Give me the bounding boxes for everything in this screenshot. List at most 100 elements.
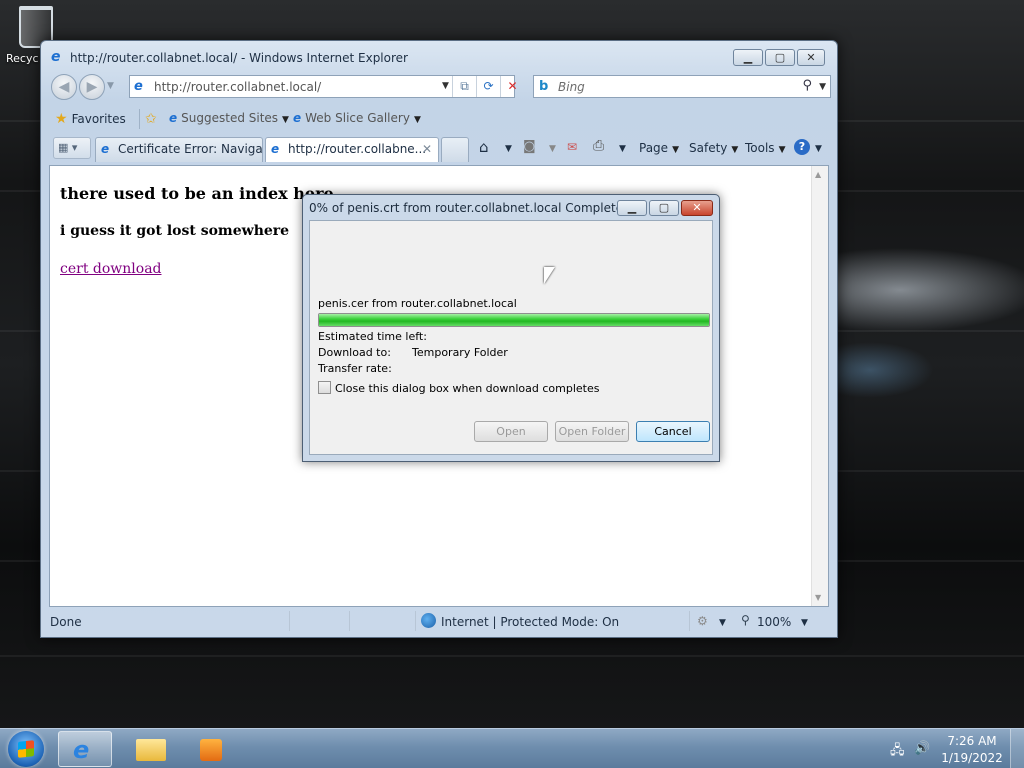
address-input[interactable]: http://router.collabnet.local/ — [154, 80, 321, 94]
tools-menu[interactable]: Tools ▼ — [745, 141, 785, 155]
taskbar-internet-explorer[interactable]: e — [58, 731, 112, 767]
zoom-level[interactable]: 100% — [757, 615, 791, 629]
cancel-button[interactable]: Cancel — [636, 421, 710, 442]
internet-globe-icon — [421, 613, 436, 628]
status-divider — [689, 611, 690, 631]
vertical-scrollbar[interactable]: ▲ ▼ — [811, 166, 828, 606]
tools-menu-label: Tools — [745, 141, 775, 155]
close-when-complete-checkbox[interactable] — [318, 381, 331, 394]
refresh-button[interactable]: ⟳ — [476, 76, 500, 97]
taskbar-media-player[interactable] — [184, 731, 238, 767]
clock-time[interactable]: 7:26 AM — [946, 734, 998, 748]
suggested-sites-label: Suggested Sites — [181, 111, 279, 125]
suggested-sites-link[interactable]: e Suggested Sites ▼ — [169, 111, 289, 125]
open-folder-button[interactable]: Open Folder — [555, 421, 629, 442]
web-slice-gallery-label: Web Slice Gallery — [305, 111, 410, 125]
status-bar: Done Internet | Protected Mode: On ⚙ ▼ ⚲… — [49, 609, 829, 635]
zoom-dropdown[interactable]: ▼ — [801, 618, 808, 628]
status-text: Done — [50, 615, 82, 629]
search-box[interactable]: b Bing ⚲ ▼ — [533, 75, 831, 98]
favorites-bar: ★ Favorites ✩ e Suggested Sites ▼ e Web Slic… — [49, 105, 829, 133]
address-bar[interactable]: e http://router.collabnet.local/ ▼ ⧉ ⟳ ✕ — [129, 75, 518, 98]
windows-logo-icon — [18, 740, 34, 758]
open-button[interactable]: Open — [474, 421, 548, 442]
star-icon: ★ — [55, 111, 68, 127]
safety-menu[interactable]: Safety ▼ — [689, 141, 738, 155]
dialog-minimize-button[interactable]: ▁ — [617, 200, 647, 216]
page-heading: there used to be an index here — [60, 184, 334, 203]
close-tab-icon[interactable]: ✕ — [422, 138, 432, 161]
favorites-button[interactable]: ★ Favorites — [55, 111, 126, 127]
forward-arrow-icon: ▶ — [86, 79, 98, 95]
feeds-dropdown[interactable]: ▼ — [549, 144, 556, 154]
show-desktop-button[interactable] — [1010, 729, 1024, 768]
home-button[interactable]: ⌂ — [479, 138, 489, 156]
web-slice-gallery-link[interactable]: e Web Slice Gallery ▼ — [293, 111, 421, 125]
popup-blocker-icon[interactable]: ⚙ — [697, 614, 708, 628]
new-tab-button[interactable] — [441, 137, 469, 162]
clock-date[interactable]: 1/19/2022 — [940, 751, 1004, 765]
ie-logo-icon: e — [73, 736, 90, 764]
page-menu[interactable]: Page ▼ — [639, 141, 679, 155]
print-dropdown[interactable]: ▼ — [619, 144, 626, 154]
security-zone-text[interactable]: Internet | Protected Mode: On — [441, 615, 619, 629]
back-arrow-icon: ◀ — [58, 79, 70, 95]
back-button[interactable]: ◀ — [51, 74, 77, 100]
read-mail-button[interactable]: ✉ — [567, 140, 577, 154]
chevron-down-icon: ▼ — [413, 115, 421, 125]
mail-icon: ✉ — [567, 140, 578, 154]
chevron-down-icon: ▼ — [731, 145, 739, 155]
close-when-complete-label[interactable]: Close this dialog box when download comp… — [335, 382, 599, 395]
tab-label: http://router.collabne... — [288, 142, 427, 156]
printer-icon: ⎙ — [593, 138, 605, 154]
home-dropdown[interactable]: ▼ — [505, 144, 512, 154]
scroll-up-arrow-icon[interactable]: ▲ — [815, 170, 821, 179]
tab-router[interactable]: e http://router.collabne... ✕ — [265, 137, 439, 162]
search-options-dropdown[interactable]: ▼ — [819, 82, 826, 92]
cert-download-link[interactable]: cert download — [60, 261, 162, 277]
start-button[interactable] — [8, 731, 44, 767]
stop-button[interactable]: ✕ — [500, 76, 524, 97]
help-button[interactable]: ? — [794, 139, 810, 155]
dialog-maximize-button[interactable]: ▢ — [649, 200, 679, 216]
maximize-button[interactable]: ▢ — [765, 49, 795, 66]
title-bar[interactable]: e http://router.collabnet.local/ - Windo… — [41, 41, 837, 71]
forward-button[interactable]: ▶ — [79, 74, 105, 100]
chevron-down-icon: ▼ — [672, 145, 679, 155]
compatibility-view-button[interactable]: ⧉ — [452, 76, 476, 97]
network-icon[interactable]: 🖧 — [890, 741, 905, 763]
dialog-close-button[interactable]: ✕ — [681, 200, 713, 216]
search-button[interactable]: ⚲ — [802, 78, 812, 93]
close-window-button[interactable]: ✕ — [797, 49, 825, 66]
tab-certificate-error[interactable]: e Certificate Error: Navigati... — [95, 137, 263, 162]
feeds-button[interactable]: ◙ — [523, 139, 536, 154]
tab-bar: ▦ ▾ e Certificate Error: Navigati... e h… — [49, 135, 829, 163]
search-input[interactable]: Bing — [558, 80, 585, 94]
taskbar-windows-explorer[interactable] — [124, 731, 178, 767]
chevron-down-icon: ▼ — [282, 115, 289, 125]
estimated-time-label: Estimated time left: — [318, 330, 427, 343]
favorites-label: Favorites — [71, 112, 126, 126]
toolbar-separator — [139, 109, 140, 129]
recent-pages-dropdown[interactable]: ▼ — [107, 81, 114, 91]
download-progress-bar — [318, 313, 710, 327]
help-dropdown[interactable]: ▼ — [815, 144, 822, 154]
scroll-down-arrow-icon[interactable]: ▼ — [815, 593, 821, 602]
help-icon: ? — [798, 140, 806, 153]
popup-blocker-dropdown[interactable]: ▼ — [719, 618, 726, 628]
navigation-bar: ◀ ▶ ▼ e http://router.collabnet.local/ ▼… — [49, 71, 831, 101]
print-button[interactable]: ⎙ — [593, 138, 604, 154]
bing-icon: b — [539, 79, 549, 94]
status-divider — [415, 611, 416, 631]
download-dialog-title: 0% of penis.crt from router.collabnet.lo… — [309, 201, 631, 215]
media-player-icon — [200, 739, 222, 761]
volume-icon[interactable]: 🔊 — [914, 741, 930, 756]
add-to-favorites-bar-button[interactable]: ✩ — [145, 111, 161, 127]
minimize-button[interactable]: ▁ — [733, 49, 763, 66]
download-dialog-body: penis.cer from router.collabnet.local Es… — [309, 220, 713, 455]
mouse-cursor-icon — [544, 267, 555, 284]
ie-page-icon: e — [101, 142, 110, 156]
address-dropdown-icon[interactable]: ▼ — [442, 81, 449, 91]
quick-tabs-button[interactable]: ▦ ▾ — [53, 137, 91, 159]
taskbar: e 🖧 🔊 7:26 AM 1/19/2022 — [0, 728, 1024, 768]
